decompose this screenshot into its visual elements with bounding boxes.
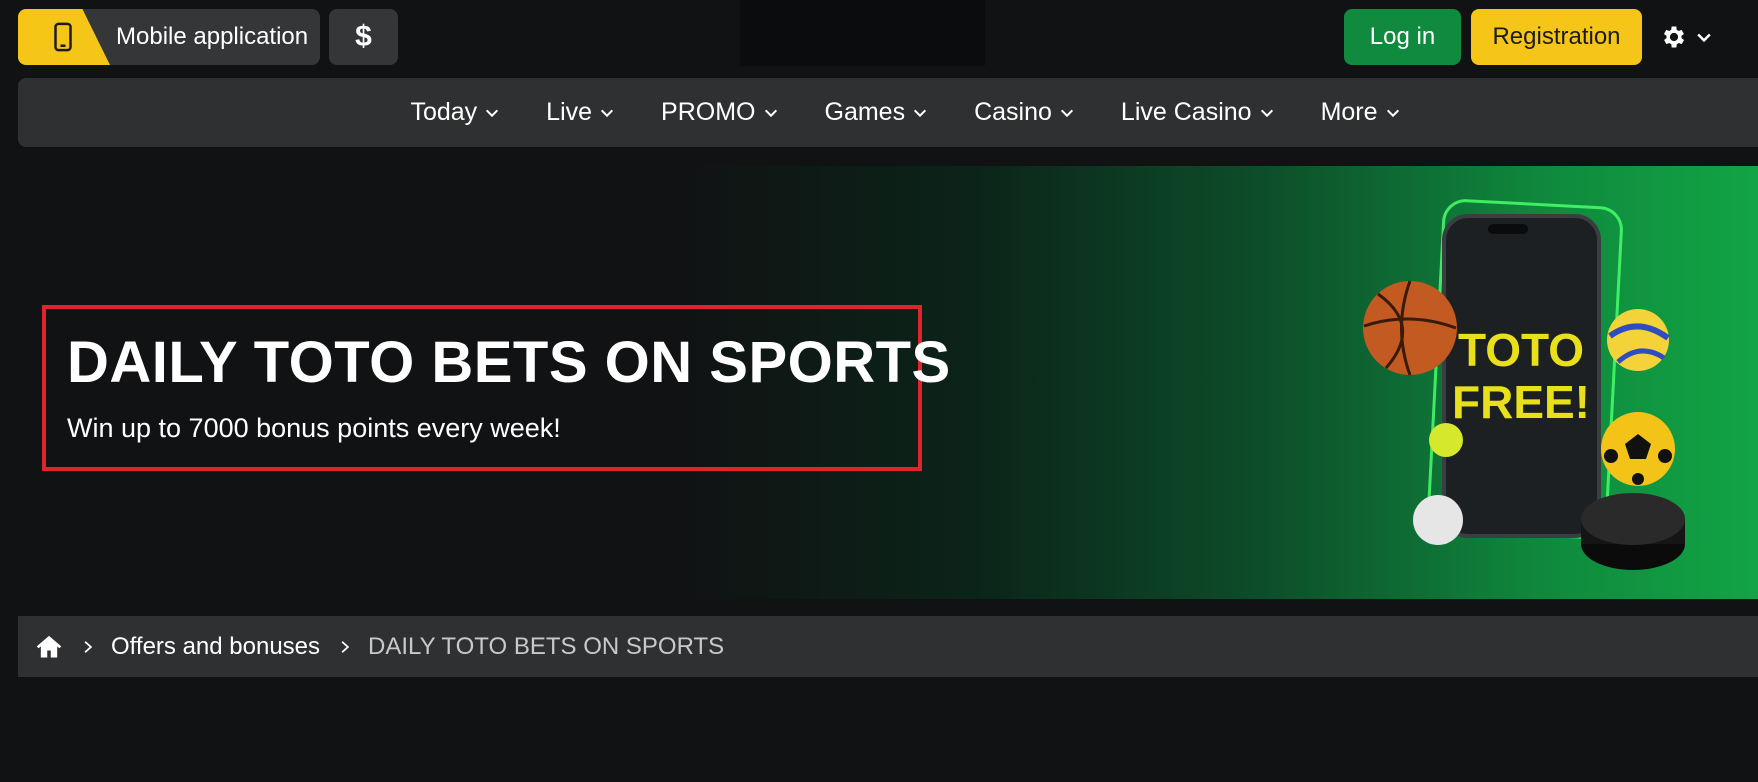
nav-item-label: Today	[410, 98, 478, 126]
banner-subtitle: Win up to 7000 bonus points every week!	[67, 413, 561, 443]
chevron-right-icon	[84, 640, 93, 653]
hockey-puck-icon	[1581, 493, 1685, 570]
nav-item-casino[interactable]: Casino	[974, 98, 1075, 127]
registration-button[interactable]: Registration	[1471, 9, 1642, 65]
nav-item-label: Casino	[974, 98, 1052, 126]
nav-item-live[interactable]: Live	[546, 98, 615, 127]
volleyball-icon	[1607, 309, 1670, 371]
nav-item-label: Live	[546, 98, 593, 126]
chevron-down-icon	[914, 109, 927, 117]
phone-text-line2: FREE!	[1452, 376, 1590, 428]
chevron-down-icon	[1697, 33, 1711, 43]
mobile-application-button[interactable]: Mobile application	[18, 9, 320, 65]
nav-item-promo[interactable]: PROMO	[661, 98, 778, 127]
chevron-right-icon	[341, 640, 350, 653]
page: Mobile application $ Log in Registration…	[0, 0, 1758, 782]
nav-item-label: Live Casino	[1120, 98, 1252, 126]
chevron-down-icon	[1386, 109, 1399, 117]
chevron-down-icon	[1260, 109, 1273, 117]
nav-item-label: More	[1320, 98, 1378, 126]
nav-item-live-casino[interactable]: Live Casino	[1121, 98, 1275, 127]
chevron-down-icon	[601, 109, 614, 117]
login-button[interactable]: Log in	[1344, 9, 1461, 65]
dollar-icon: $	[355, 20, 372, 53]
nav-item-label: PROMO	[661, 98, 756, 126]
tennis-ball-icon	[1429, 423, 1463, 457]
soccer-ball-icon	[1601, 412, 1675, 486]
header-logo-area	[740, 0, 985, 66]
phone-icon	[54, 22, 72, 52]
basketball-icon	[1363, 280, 1457, 376]
nav-item-label: Games	[824, 98, 906, 126]
chevron-down-icon	[1060, 109, 1073, 117]
breadcrumb: Offers and bonuses DAILY TOTO BETS ON SP…	[18, 616, 1758, 677]
nav-item-games[interactable]: Games	[825, 98, 929, 127]
breadcrumb-offers-link[interactable]: Offers and bonuses	[111, 633, 320, 661]
chevron-down-icon	[764, 109, 777, 117]
chevron-down-icon	[486, 109, 499, 117]
home-icon[interactable]	[35, 633, 63, 661]
breadcrumb-current: DAILY TOTO BETS ON SPORTS	[368, 632, 725, 660]
phone-illustration: TOTO FREE!	[1442, 214, 1601, 538]
currency-button[interactable]: $	[329, 9, 398, 65]
mobile-application-label: Mobile application	[116, 23, 309, 50]
main-nav: Today Live PROMO Games Casino Live Casin…	[18, 78, 1758, 147]
top-bar: Mobile application $ Log in Registration	[0, 0, 1758, 72]
banner-illustration: TOTO FREE!	[1363, 199, 1685, 570]
nav-item-more[interactable]: More	[1321, 98, 1401, 127]
nav-item-today[interactable]: Today	[410, 98, 500, 127]
settings-button[interactable]	[1660, 18, 1724, 56]
promo-banner: DAILY TOTO BETS ON SPORTS Win up to 7000…	[18, 166, 1758, 599]
phone-text-line1: TOTO	[1458, 324, 1584, 376]
banner-highlight-box: DAILY TOTO BETS ON SPORTS Win up to 7000…	[42, 305, 950, 471]
white-ball-icon	[1413, 495, 1463, 545]
banner-title: DAILY TOTO BETS ON SPORTS	[67, 330, 951, 395]
gear-icon	[1663, 26, 1685, 48]
